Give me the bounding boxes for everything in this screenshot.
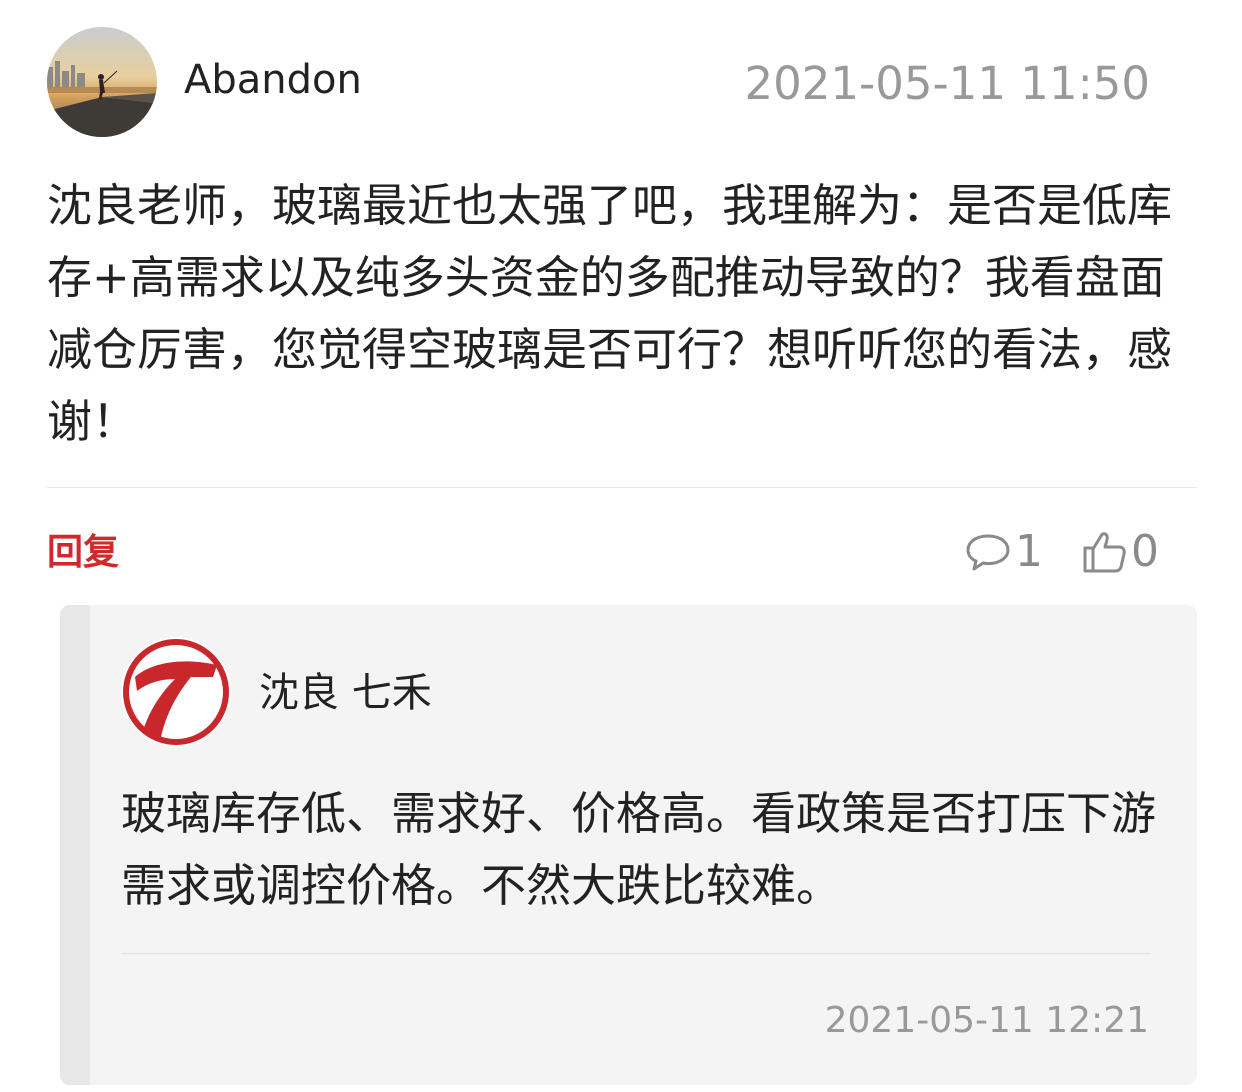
reply-button[interactable]: 回复 (47, 530, 119, 576)
like-button[interactable]: 0 (1081, 524, 1159, 580)
like-count: 0 (1131, 526, 1159, 577)
reply-author-name[interactable]: 沈良 七禾 (259, 669, 432, 717)
thumbs-up-icon (1083, 532, 1126, 573)
qihe-seven-logo-icon (121, 637, 231, 747)
comment-thread: Abandon 2021-05-11 11:50 沈良老师，玻璃最近也太强了吧，… (0, 0, 1242, 1092)
content-divider (47, 487, 1197, 488)
comment-bubble-icon (966, 534, 1010, 571)
post-content: 沈良老师，玻璃最近也太强了吧，我理解为：是否是低库存+高需求以及纯多头资金的多配… (47, 179, 1173, 448)
reply-quote-bar (60, 605, 90, 1085)
reply-divider (121, 953, 1151, 954)
reply-content: 玻璃库存低、需求好、价格高。看政策是否打压下游需求或调控价格。不然大跌比较难。 (121, 787, 1157, 912)
post-timestamp: 2021-05-11 11:50 (744, 57, 1150, 110)
reply-card: 沈良 七禾 玻璃库存低、需求好、价格高。看政策是否打压下游需求或调控价格。不然大… (60, 605, 1197, 1085)
reply-timestamp: 2021-05-11 12:21 (824, 1000, 1149, 1041)
comment-count-button[interactable]: 1 (963, 524, 1043, 580)
comment-count: 1 (1015, 526, 1043, 577)
post-author-name[interactable]: Abandon (184, 56, 362, 104)
user-avatar[interactable] (47, 27, 157, 137)
reply-avatar[interactable] (121, 637, 231, 747)
sunset-fisherman-avatar-icon (47, 27, 157, 137)
